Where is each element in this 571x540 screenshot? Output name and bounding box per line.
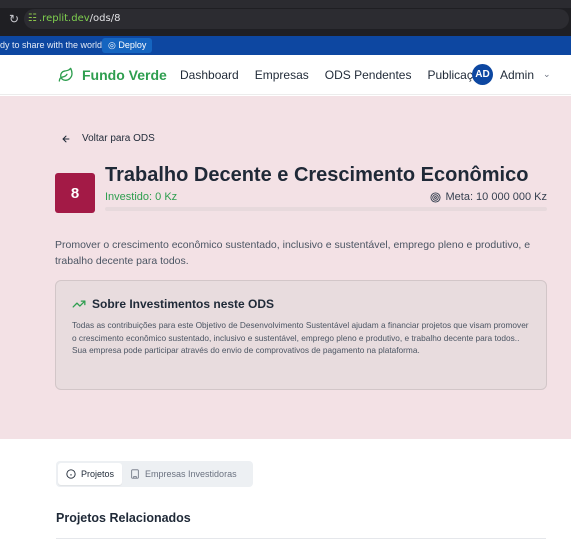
site-info-icon[interactable]: ☷ — [28, 13, 37, 24]
back-link[interactable]: Voltar para ODS — [61, 133, 155, 144]
invested-amount: Investido: 0 Kz — [105, 191, 178, 203]
url-host: .replit.dev — [39, 13, 90, 24]
arrow-left-icon — [62, 135, 70, 142]
target-icon — [430, 191, 442, 203]
deploy-icon: ◎ — [108, 40, 116, 50]
goal-label: Meta: 10 000 000 Kz — [445, 191, 547, 203]
goal-amount: Meta: 10 000 000 Kz — [430, 191, 547, 203]
nav-link-ods-pendentes[interactable]: ODS Pendentes — [325, 68, 412, 82]
url-path: /ods/8 — [89, 13, 121, 24]
avatar[interactable]: AD — [472, 64, 493, 85]
replit-banner: dy to share with the world? ◎ Deploy — [0, 36, 571, 55]
nav-links: Dashboard Empresas ODS Pendentes Publica… — [180, 68, 492, 82]
user-name: Admin — [500, 67, 535, 82]
tab-list: Projetos Empresas Investidoras — [56, 461, 253, 487]
user-menu[interactable]: AD Admin ⌄ — [472, 64, 551, 85]
investment-info-card: Sobre Investimentos neste ODS Todas as c… — [55, 280, 547, 390]
investment-progress-bar — [105, 207, 547, 211]
deploy-label: Deploy — [118, 40, 147, 50]
section-divider — [56, 538, 546, 539]
trending-up-icon — [72, 300, 86, 308]
leaf-icon — [58, 67, 73, 82]
reload-icon[interactable]: ↻ — [9, 12, 19, 26]
info-card-body: Todas as contribuições para este Objetiv… — [72, 320, 529, 355]
deploy-button[interactable]: ◎ Deploy — [102, 38, 153, 53]
page-title: Trabalho Decente e Crescimento Econômico — [105, 164, 529, 186]
building-icon — [131, 469, 139, 479]
tab-empresas-label: Empresas Investidoras — [145, 469, 237, 479]
brand-name: Fundo Verde — [82, 67, 167, 83]
url-field[interactable]: ☷ .replit.dev/ods/8 — [24, 9, 569, 29]
info-card-title: Sobre Investimentos neste ODS — [92, 297, 275, 311]
back-label: Voltar para ODS — [82, 133, 155, 144]
section-title: Projetos Relacionados — [56, 511, 191, 525]
ods-number-badge: 8 — [55, 173, 95, 213]
chevron-down-icon: ⌄ — [543, 69, 551, 79]
tab-projetos-label: Projetos — [81, 469, 115, 479]
browser-tab-strip — [0, 0, 571, 8]
nav-link-empresas[interactable]: Empresas — [255, 68, 309, 82]
nav-link-dashboard[interactable]: Dashboard — [180, 68, 239, 82]
tab-empresas-investidoras[interactable]: Empresas Investidoras — [122, 463, 245, 485]
ods-description: Promover o crescimento econômico sustent… — [55, 239, 531, 267]
tab-projetos[interactable]: Projetos — [58, 463, 123, 485]
browser-address-bar: ↻ ☷ .replit.dev/ods/8 — [0, 0, 571, 36]
brand-link[interactable]: Fundo Verde — [58, 67, 167, 83]
info-icon — [66, 469, 76, 479]
replit-banner-message: dy to share with the world? — [0, 40, 108, 50]
info-card-header: Sobre Investimentos neste ODS — [72, 297, 274, 311]
ods-hero: Voltar para ODS 8 Trabalho Decente e Cre… — [0, 96, 571, 439]
top-navigation: Fundo Verde Dashboard Empresas ODS Pende… — [0, 55, 571, 95]
